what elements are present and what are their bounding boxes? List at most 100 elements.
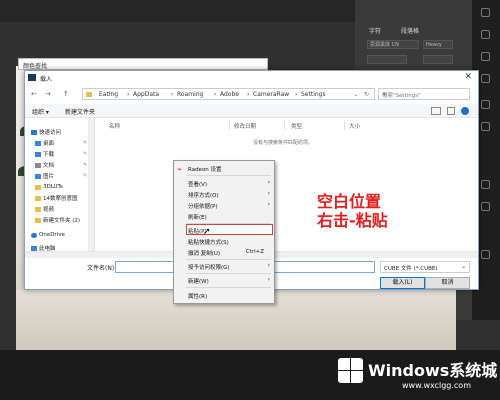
empty-results-message: 没有与搜索条件匹配的项。	[253, 140, 314, 146]
organize-button[interactable]: 组织 ▾	[32, 107, 49, 116]
tool-icon[interactable]	[481, 74, 490, 83]
breadcrumb-separator: ›	[127, 91, 130, 98]
column-divider[interactable]	[229, 121, 230, 130]
sidebar-item-new-folder[interactable]: 新建文件夹 (2)	[35, 215, 80, 225]
sidebar-item-desktop[interactable]: 桌面	[35, 138, 54, 148]
sidebar-item-3dluts[interactable]: 3DLUTs	[35, 182, 63, 192]
submenu-arrow-icon: ›	[267, 179, 270, 186]
tool-icon[interactable]	[481, 122, 490, 131]
search-input[interactable]: 搜索"Settings" ⌕	[378, 88, 470, 100]
download-icon	[35, 151, 41, 157]
file-list-scrollbar[interactable]	[470, 119, 476, 251]
sidebar-item-videos[interactable]: 视频	[35, 204, 54, 214]
windows-logo-icon	[338, 358, 364, 384]
menu-item-radeon[interactable]: ≁ Radeon 设置	[174, 163, 274, 174]
navigation-pane: 快速访问 桌面 ✎ 下载 ✎ 文档 ✎ 图片 ✎ 3DLUTs 14数摩创意图	[25, 119, 95, 252]
menu-item-view[interactable]: 查看(V) ›	[174, 178, 274, 189]
menu-item-label: Radeon 设置	[188, 167, 222, 173]
sidebar-item-label: 14数摩创意图	[43, 196, 78, 202]
address-bar[interactable]: Eating › AppData › Roaming › Adobe › Cam…	[82, 88, 375, 100]
tool-icon[interactable]	[481, 202, 490, 211]
view-options-icon[interactable]	[431, 107, 441, 115]
menu-separator	[186, 287, 271, 288]
font-family-field[interactable]: 思源黑体 CN	[367, 40, 419, 49]
up-arrow-icon[interactable]: ↑	[63, 90, 69, 98]
preview-pane-icon[interactable]	[447, 107, 455, 115]
help-icon[interactable]	[461, 107, 469, 115]
menu-item-group[interactable]: 分组依据(P) ›	[174, 200, 274, 211]
sidebar-scrollbar[interactable]	[88, 119, 94, 251]
tool-icon[interactable]	[481, 52, 490, 61]
breadcrumb-item[interactable]: AppData	[133, 91, 159, 98]
back-arrow-icon[interactable]: ←	[31, 90, 37, 98]
menu-item-label: 属性(R)	[188, 294, 208, 300]
column-name[interactable]: 名称	[109, 122, 120, 130]
sidebar-item-label: 快速访问	[39, 130, 62, 136]
sidebar-item-documents[interactable]: 文档	[35, 160, 54, 170]
radeon-icon: ≁	[177, 166, 183, 173]
menu-item-new[interactable]: 新建(W) ›	[174, 275, 274, 286]
breadcrumb-item[interactable]: Eating	[99, 91, 118, 98]
column-modified[interactable]: 修改日期	[234, 122, 256, 130]
column-type[interactable]: 类型	[291, 122, 302, 130]
tool-icon[interactable]	[481, 8, 490, 17]
menu-item-paste[interactable]: 粘贴(P)	[174, 225, 274, 236]
breadcrumb-item[interactable]: Adobe	[220, 91, 239, 98]
menu-item-label: 分组依据(P)	[188, 204, 218, 210]
annotation-line-2: 右击-粘贴	[317, 211, 388, 230]
menu-item-undo-copy[interactable]: 撤消 复制(U) Ctrl+Z	[174, 247, 274, 258]
menu-item-label: 刷新(E)	[188, 215, 207, 221]
forward-arrow-icon[interactable]: →	[45, 90, 51, 98]
breadcrumb-item[interactable]: Settings	[301, 91, 326, 98]
chevron-down-icon[interactable]: ⌄	[353, 91, 358, 98]
tool-icon[interactable]	[481, 250, 490, 259]
menu-item-refresh[interactable]: 刷新(E)	[174, 211, 274, 222]
menu-item-paste-shortcut[interactable]: 粘贴快捷方式(S)	[174, 236, 274, 247]
sidebar-item-label: 桌面	[43, 141, 55, 147]
sidebar-item-folder[interactable]: 14数摩创意图	[35, 193, 78, 203]
color-lookup-dialog: 颜色查找	[18, 58, 268, 70]
address-row: ← → ↑ Eating › AppData › Roaming › Adobe…	[25, 86, 478, 102]
sidebar-item-label: 下载	[43, 152, 55, 158]
breadcrumb-item[interactable]: CameraRaw	[253, 91, 289, 98]
new-folder-button[interactable]: 新建文件夹	[65, 107, 95, 116]
breadcrumb-separator: ›	[171, 91, 174, 98]
refresh-icon[interactable]: ↻	[364, 91, 369, 98]
font-size-field[interactable]	[367, 55, 407, 64]
leading-field[interactable]	[423, 55, 453, 64]
breadcrumb-separator: ›	[295, 91, 298, 98]
desktop-icon	[35, 140, 41, 146]
breadcrumb-item[interactable]: Roaming	[177, 91, 203, 98]
filetype-select[interactable]: CUBE 文件 (*.CUBE) ⌄	[380, 261, 470, 273]
column-size[interactable]: 大小	[349, 122, 360, 130]
menu-item-label: 授予访问权限(G)	[188, 265, 230, 271]
tool-icon[interactable]	[481, 30, 490, 39]
sidebar-item-pictures[interactable]: 图片	[35, 171, 54, 181]
column-divider[interactable]	[344, 121, 345, 130]
close-icon[interactable]: ✕	[464, 72, 472, 82]
sidebar-item-quick-access[interactable]: 快速访问	[31, 127, 61, 137]
filetype-value: CUBE 文件 (*.CUBE)	[384, 266, 438, 272]
load-button[interactable]: 载入(L)	[380, 277, 425, 289]
sidebar-item-label: 文档	[43, 163, 55, 169]
panel-tab-paragraph[interactable]: 段落格	[401, 26, 419, 35]
column-header-row: 名称 修改日期 类型 大小	[99, 121, 469, 131]
folder-icon	[35, 217, 41, 223]
folder-icon	[35, 184, 41, 190]
sidebar-item-onedrive[interactable]: OneDrive	[31, 230, 65, 240]
panel-tab-character[interactable]: 字符	[369, 26, 381, 35]
font-weight-field[interactable]: Heavy	[423, 40, 453, 49]
tool-icon[interactable]	[481, 100, 490, 109]
column-divider[interactable]	[284, 121, 285, 130]
dialog-title: 载入	[40, 76, 53, 83]
menu-item-shortcut: Ctrl+Z	[245, 249, 264, 255]
menu-item-give-access[interactable]: 授予访问权限(G) ›	[174, 261, 274, 272]
tool-icon[interactable]	[481, 180, 490, 189]
menu-item-label: 撤消 复制(U)	[188, 251, 221, 257]
menu-item-properties[interactable]: 属性(R)	[174, 290, 274, 301]
sidebar-item-label: 3DLUTs	[43, 184, 63, 190]
menu-item-sort[interactable]: 排序方式(O) ›	[174, 189, 274, 200]
breadcrumb-separator: ›	[214, 91, 217, 98]
sidebar-item-downloads[interactable]: 下载	[35, 149, 54, 159]
cancel-button[interactable]: 取消	[425, 277, 470, 289]
